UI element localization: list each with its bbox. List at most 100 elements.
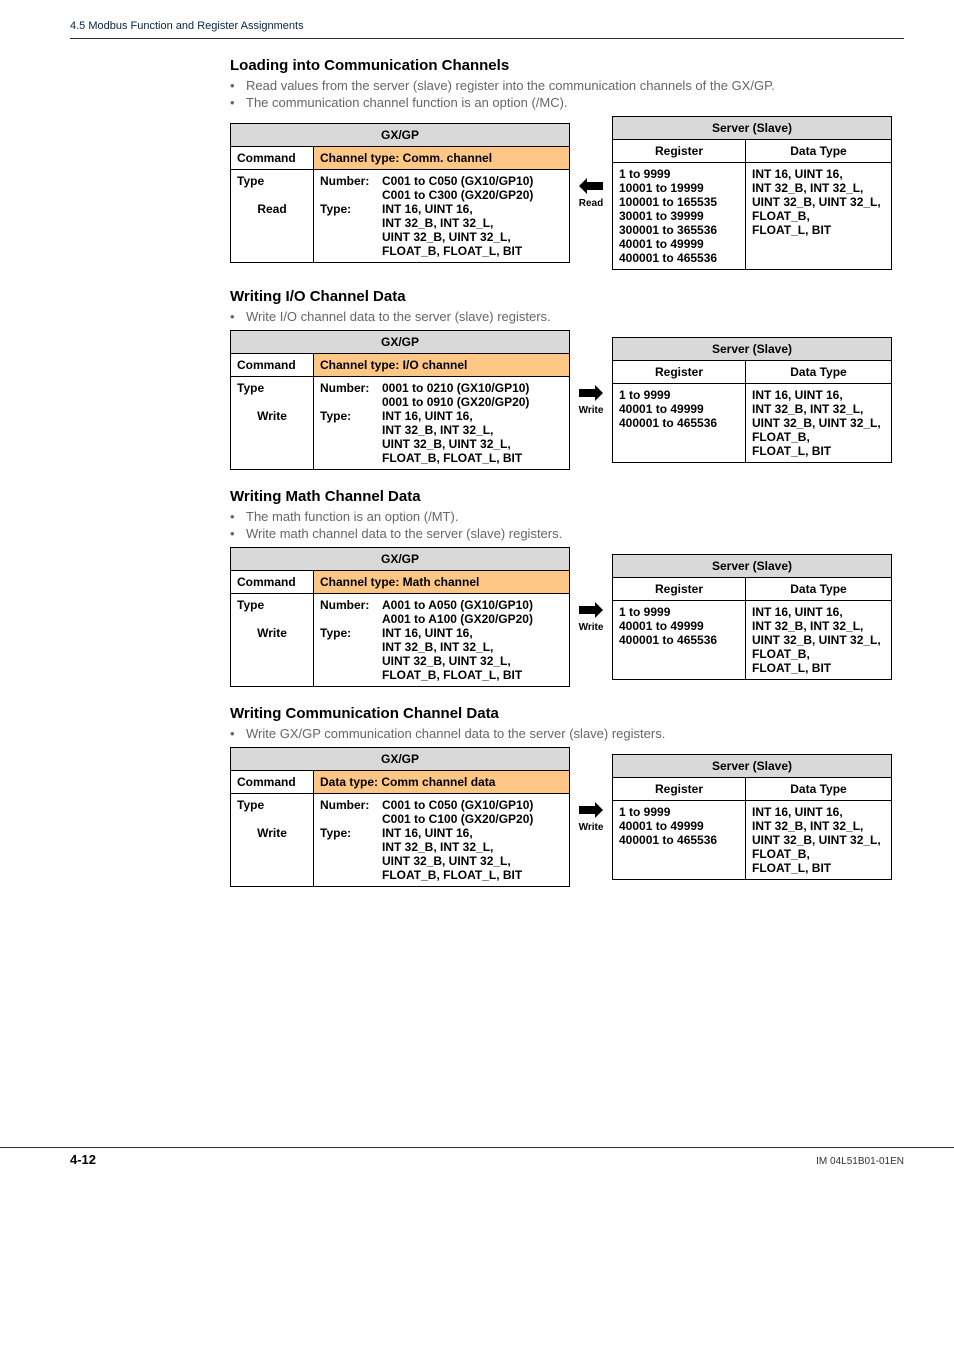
arrow-read-icon: Read [576, 177, 606, 209]
page-footer: 4-12 IM 04L51B01-01EN [0, 1147, 954, 1187]
bullet: •Write I/O channel data to the server (s… [230, 309, 904, 324]
register-label: Register [613, 361, 746, 384]
details-cell: Number: A001 to A050 (GX10/GP10) A001 to… [314, 594, 570, 687]
type-values: INT 16, UINT 16, INT 32_B, INT 32_L, UIN… [382, 202, 522, 258]
datatype-label: Data Type [746, 778, 892, 801]
type-label: Type [237, 174, 307, 188]
page-number: 4-12 [70, 1152, 96, 1167]
datatype-label: Data Type [746, 578, 892, 601]
gxgp-table: GX/GP Command Channel type: Comm. channe… [230, 123, 570, 263]
type-values: INT 16, UINT 16, INT 32_B, INT 32_L, UIN… [382, 826, 522, 882]
write-label: Write [237, 626, 307, 640]
register-label: Register [613, 140, 746, 163]
bullet-text: The math function is an option (/MT). [246, 509, 458, 524]
bullet-text: Read values from the server (slave) regi… [246, 78, 775, 93]
table-header: Server (Slave) [613, 117, 892, 140]
arrow-label: Write [576, 622, 606, 633]
table-header: Server (Slave) [613, 338, 892, 361]
type-cell: Type Read [231, 170, 314, 263]
type-prop-label: Type: [320, 202, 382, 258]
arrow-label: Write [576, 822, 606, 833]
type-prop-label: Type: [320, 409, 382, 465]
arrow-write-icon: Write [576, 801, 606, 833]
table-header: GX/GP [231, 124, 570, 147]
bullet: •The math function is an option (/MT). [230, 509, 904, 524]
type-cell: Type Write [231, 794, 314, 887]
type-cell: Type Write [231, 377, 314, 470]
type-label: Type [237, 598, 307, 612]
table-header: Server (Slave) [613, 755, 892, 778]
arrow-label: Read [576, 198, 606, 209]
register-values: 1 to 9999 40001 to 49999 400001 to 46553… [613, 601, 746, 680]
section-title: Writing Math Channel Data [230, 488, 904, 505]
register-label: Register [613, 778, 746, 801]
register-values: 1 to 9999 10001 to 19999 100001 to 16553… [613, 163, 746, 270]
bullet: •Write GX/GP communication channel data … [230, 726, 904, 741]
document-id: IM 04L51B01-01EN [816, 1156, 904, 1167]
server-table: Server (Slave) Register Data Type 1 to 9… [612, 554, 892, 680]
register-label: Register [613, 578, 746, 601]
server-table: Server (Slave) Register Data Type 1 to 9… [612, 116, 892, 270]
number-values: A001 to A050 (GX10/GP10) A001 to A100 (G… [382, 598, 533, 626]
server-table: Server (Slave) Register Data Type 1 to 9… [612, 754, 892, 880]
channel-type: Channel type: I/O channel [314, 354, 570, 377]
number-label: Number: [320, 798, 382, 826]
section-title: Writing Communication Channel Data [230, 705, 904, 722]
register-values: 1 to 9999 40001 to 49999 400001 to 46553… [613, 384, 746, 463]
section-title: Loading into Communication Channels [230, 57, 904, 74]
gxgp-table: GX/GP Command Data type: Comm channel da… [230, 747, 570, 887]
type-prop-label: Type: [320, 626, 382, 682]
datatype-values: INT 16, UINT 16, INT 32_B, INT 32_L, UIN… [746, 601, 892, 680]
bullet: •Write math channel data to the server (… [230, 526, 904, 541]
channel-type: Channel type: Comm. channel [314, 147, 570, 170]
bullet-text: The communication channel function is an… [246, 95, 568, 110]
details-cell: Number: 0001 to 0210 (GX10/GP10) 0001 to… [314, 377, 570, 470]
command-label: Command [231, 571, 314, 594]
bullet-text: Write math channel data to the server (s… [246, 526, 562, 541]
header-divider [70, 38, 904, 39]
type-values: INT 16, UINT 16, INT 32_B, INT 32_L, UIN… [382, 409, 522, 465]
details-cell: Number: C001 to C050 (GX10/GP10) C001 to… [314, 794, 570, 887]
channel-type: Channel type: Math channel [314, 571, 570, 594]
details-cell: Number: C001 to C050 (GX10/GP10) C001 to… [314, 170, 570, 263]
arrow-write-icon: Write [576, 384, 606, 416]
datatype-values: INT 16, UINT 16, INT 32_B, INT 32_L, UIN… [746, 801, 892, 880]
number-label: Number: [320, 381, 382, 409]
number-label: Number: [320, 174, 382, 202]
server-table: Server (Slave) Register Data Type 1 to 9… [612, 337, 892, 463]
type-label: Type [237, 798, 307, 812]
command-label: Command [231, 771, 314, 794]
read-label: Read [237, 202, 307, 216]
table-header: GX/GP [231, 548, 570, 571]
type-prop-label: Type: [320, 826, 382, 882]
type-values: INT 16, UINT 16, INT 32_B, INT 32_L, UIN… [382, 626, 522, 682]
gxgp-table: GX/GP Command Channel type: Math channel… [230, 547, 570, 687]
arrow-label: Write [576, 405, 606, 416]
register-values: 1 to 9999 40001 to 49999 400001 to 46553… [613, 801, 746, 880]
section-title: Writing I/O Channel Data [230, 288, 904, 305]
number-values: C001 to C050 (GX10/GP10) C001 to C100 (G… [382, 798, 533, 826]
bullet: •Read values from the server (slave) reg… [230, 78, 904, 93]
channel-type: Data type: Comm channel data [314, 771, 570, 794]
datatype-values: INT 16, UINT 16, INT 32_B, INT 32_L, UIN… [746, 163, 892, 270]
number-label: Number: [320, 598, 382, 626]
type-cell: Type Write [231, 594, 314, 687]
bullet-text: Write GX/GP communication channel data t… [246, 726, 665, 741]
table-header: Server (Slave) [613, 555, 892, 578]
datatype-values: INT 16, UINT 16, INT 32_B, INT 32_L, UIN… [746, 384, 892, 463]
write-label: Write [237, 409, 307, 423]
command-label: Command [231, 354, 314, 377]
number-values: C001 to C050 (GX10/GP10) C001 to C300 (G… [382, 174, 533, 202]
datatype-label: Data Type [746, 140, 892, 163]
table-header: GX/GP [231, 331, 570, 354]
bullet: •The communication channel function is a… [230, 95, 904, 110]
number-values: 0001 to 0210 (GX10/GP10) 0001 to 0910 (G… [382, 381, 529, 409]
type-label: Type [237, 381, 307, 395]
bullet-text: Write I/O channel data to the server (sl… [246, 309, 551, 324]
gxgp-table: GX/GP Command Channel type: I/O channel … [230, 330, 570, 470]
command-label: Command [231, 147, 314, 170]
datatype-label: Data Type [746, 361, 892, 384]
breadcrumb: 4.5 Modbus Function and Register Assignm… [70, 20, 904, 38]
table-header: GX/GP [231, 748, 570, 771]
arrow-write-icon: Write [576, 601, 606, 633]
